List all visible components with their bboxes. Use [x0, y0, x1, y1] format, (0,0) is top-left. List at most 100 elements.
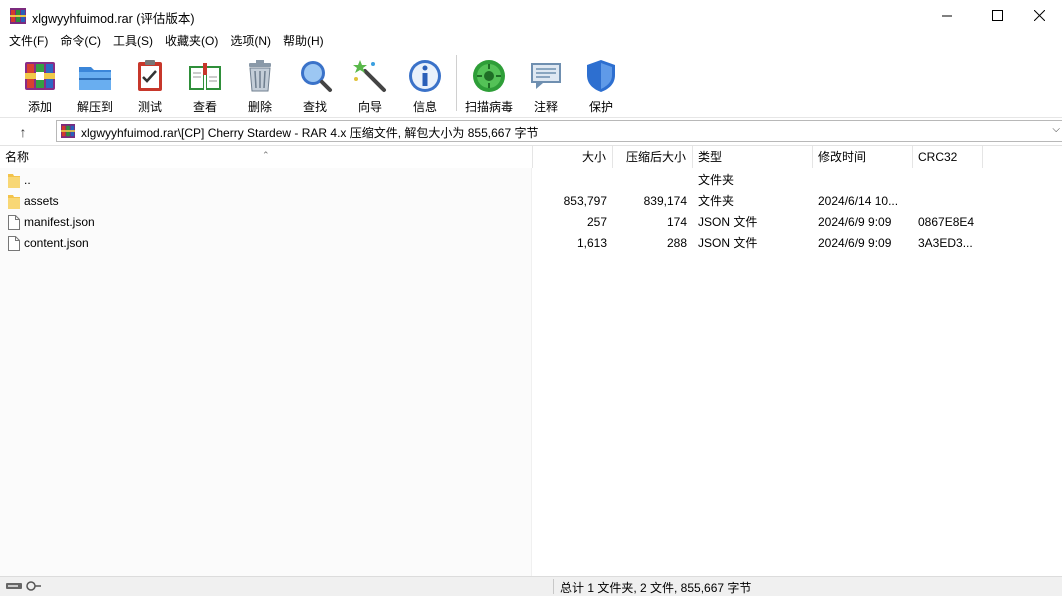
- status-bar: 总计 1 文件夹, 2 文件, 855,667 字节: [0, 576, 1062, 596]
- drive-key-icon[interactable]: [6, 580, 42, 592]
- file-crc: 3A3ED3...: [918, 236, 973, 250]
- wizard-wand-icon: [353, 60, 386, 92]
- wizard-button[interactable]: 向导: [343, 55, 397, 114]
- file-packed-size: 288: [666, 236, 687, 250]
- minimize-button[interactable]: [924, 0, 970, 31]
- file-crc: 0867E8E4: [918, 215, 975, 229]
- file-row[interactable]: .. 文件夹: [0, 170, 1062, 191]
- comment-button[interactable]: 注释: [519, 55, 573, 114]
- minimize-icon: [941, 15, 952, 17]
- address-bar: ↑ xlgwyyhfuimod.rar\[CP] Cherry Stardew …: [0, 118, 1062, 146]
- file-row[interactable]: manifest.json 257 174 JSON 文件 2024/6/9 9…: [0, 212, 1062, 233]
- add-archive-icon: [25, 62, 55, 90]
- file-name-cell: content.json: [8, 233, 528, 254]
- file-packed-size: 839,174: [643, 194, 687, 208]
- test-button[interactable]: 测试: [123, 55, 177, 114]
- menu-tools[interactable]: 工具(S): [107, 31, 159, 51]
- column-header-type[interactable]: 类型: [693, 146, 813, 168]
- close-button[interactable]: [1016, 0, 1062, 31]
- menu-favorites[interactable]: 收藏夹(O): [159, 31, 224, 51]
- protect-button[interactable]: 保护: [574, 55, 628, 114]
- file-size: 257: [586, 215, 607, 229]
- winrar-app-icon[interactable]: [10, 8, 26, 24]
- virus-scan-icon: [473, 60, 505, 92]
- file-name: content.json: [24, 236, 89, 250]
- extract-to-button[interactable]: 解压到: [68, 55, 122, 114]
- file-type: 文件夹: [698, 173, 735, 187]
- view-button[interactable]: 查看: [178, 55, 232, 114]
- file-modified: 2024/6/9 9:09: [818, 236, 892, 250]
- menu-commands[interactable]: 命令(C): [54, 31, 107, 51]
- file-size: 853,797: [563, 194, 607, 208]
- test-label: 测试: [137, 100, 162, 114]
- column-header-size[interactable]: 大小: [533, 146, 613, 168]
- column-header-crc[interactable]: CRC32: [913, 146, 983, 168]
- comment-icon: [531, 63, 561, 89]
- document-icon: [8, 215, 20, 230]
- column-name-label: 名称: [5, 150, 30, 164]
- up-folder-button[interactable]: ↑: [12, 122, 34, 142]
- archive-icon: [61, 124, 75, 138]
- file-modified: [818, 170, 910, 191]
- info-button[interactable]: 信息: [398, 55, 452, 114]
- menu-bar: 文件(F) 命令(C) 工具(S) 收藏夹(O) 选项(N) 帮助(H): [0, 31, 1062, 51]
- extract-to-label: 解压到: [76, 100, 113, 114]
- view-label: 查看: [192, 100, 217, 114]
- add-button[interactable]: 添加: [13, 55, 67, 114]
- column-modified-label: 修改时间: [818, 150, 867, 164]
- delete-label: 删除: [247, 100, 272, 114]
- chevron-down-icon[interactable]: ⌵: [1052, 124, 1060, 135]
- file-name: assets: [24, 194, 59, 208]
- menu-file[interactable]: 文件(F): [3, 31, 54, 51]
- toolbar: 添加 解压到 测试 查看 删除 查找 向导 信息 扫描病毒 注释 保护: [0, 51, 1062, 118]
- scan-virus-label: 扫描病毒: [464, 100, 513, 114]
- column-header-modified[interactable]: 修改时间: [813, 146, 913, 168]
- comment-label: 注释: [533, 100, 558, 114]
- toolbar-separator: [456, 55, 457, 111]
- path-combobox[interactable]: xlgwyyhfuimod.rar\[CP] Cherry Stardew - …: [56, 120, 1062, 142]
- add-label: 添加: [27, 100, 52, 114]
- view-book-icon: [189, 63, 221, 90]
- column-size-label: 大小: [581, 150, 606, 164]
- column-header-name[interactable]: 名称 ⌃: [0, 146, 533, 168]
- file-type: JSON 文件: [698, 215, 758, 229]
- info-icon: [409, 60, 441, 92]
- file-packed-size: 174: [666, 215, 687, 229]
- protect-label: 保护: [588, 100, 613, 114]
- column-crc-label: CRC32: [918, 150, 958, 164]
- maximize-button[interactable]: [974, 0, 1020, 31]
- file-crc: [918, 170, 980, 191]
- file-packed-size: [613, 170, 687, 191]
- column-type-label: 类型: [698, 150, 723, 164]
- maximize-icon: [991, 10, 1003, 21]
- menu-options[interactable]: 选项(N): [224, 31, 277, 51]
- file-row[interactable]: content.json 1,613 288 JSON 文件 2024/6/9 …: [0, 233, 1062, 254]
- document-icon: [8, 236, 20, 251]
- status-summary: 总计 1 文件夹, 2 文件, 855,667 字节: [560, 581, 752, 595]
- scan-virus-button[interactable]: 扫描病毒: [462, 55, 516, 114]
- path-text: xlgwyyhfuimod.rar\[CP] Cherry Stardew - …: [81, 126, 539, 140]
- find-button[interactable]: 查找: [288, 55, 342, 114]
- find-label: 查找: [302, 100, 327, 114]
- column-header-packed[interactable]: 压缩后大小: [613, 146, 693, 168]
- window-title: xlgwyyhfuimod.rar (评估版本): [32, 12, 195, 26]
- shield-icon: [587, 60, 615, 92]
- file-type: 文件夹: [698, 194, 735, 208]
- magnifier-icon: [301, 61, 332, 92]
- file-name-cell: manifest.json: [8, 212, 528, 233]
- status-divider: [553, 579, 554, 594]
- trash-icon: [249, 60, 271, 92]
- folder-icon: [8, 195, 20, 209]
- info-label: 信息: [412, 100, 437, 114]
- test-clipboard-icon: [138, 60, 162, 91]
- file-size: 1,613: [576, 236, 607, 250]
- file-list: 名称 ⌃ 大小 压缩后大小 类型 修改时间 CRC32 .. 文件夹 asset…: [0, 146, 1062, 576]
- file-name: manifest.json: [24, 215, 95, 229]
- folder-icon: [8, 174, 20, 188]
- file-modified: 2024/6/14 10...: [818, 194, 899, 208]
- file-row[interactable]: assets 853,797 839,174 文件夹 2024/6/14 10.…: [0, 191, 1062, 212]
- menu-help[interactable]: 帮助(H): [277, 31, 330, 51]
- sort-indicator-icon: ⌃: [262, 150, 270, 160]
- delete-button[interactable]: 删除: [233, 55, 287, 114]
- wizard-label: 向导: [357, 100, 382, 114]
